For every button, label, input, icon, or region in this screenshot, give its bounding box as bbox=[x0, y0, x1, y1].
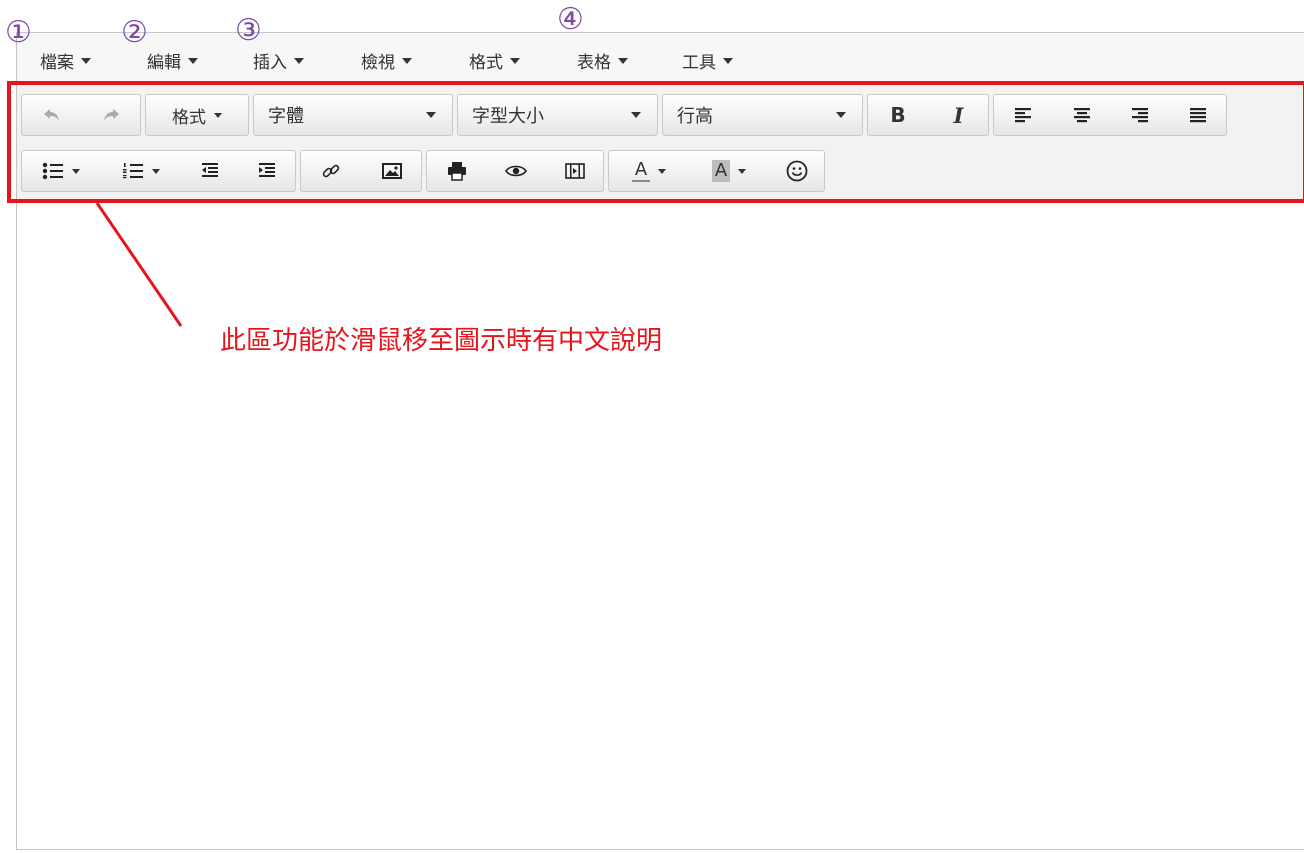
callout-line bbox=[95, 202, 183, 327]
annotation-text: 此區功能於滑鼠移至圖示時有中文說明 bbox=[220, 326, 663, 356]
